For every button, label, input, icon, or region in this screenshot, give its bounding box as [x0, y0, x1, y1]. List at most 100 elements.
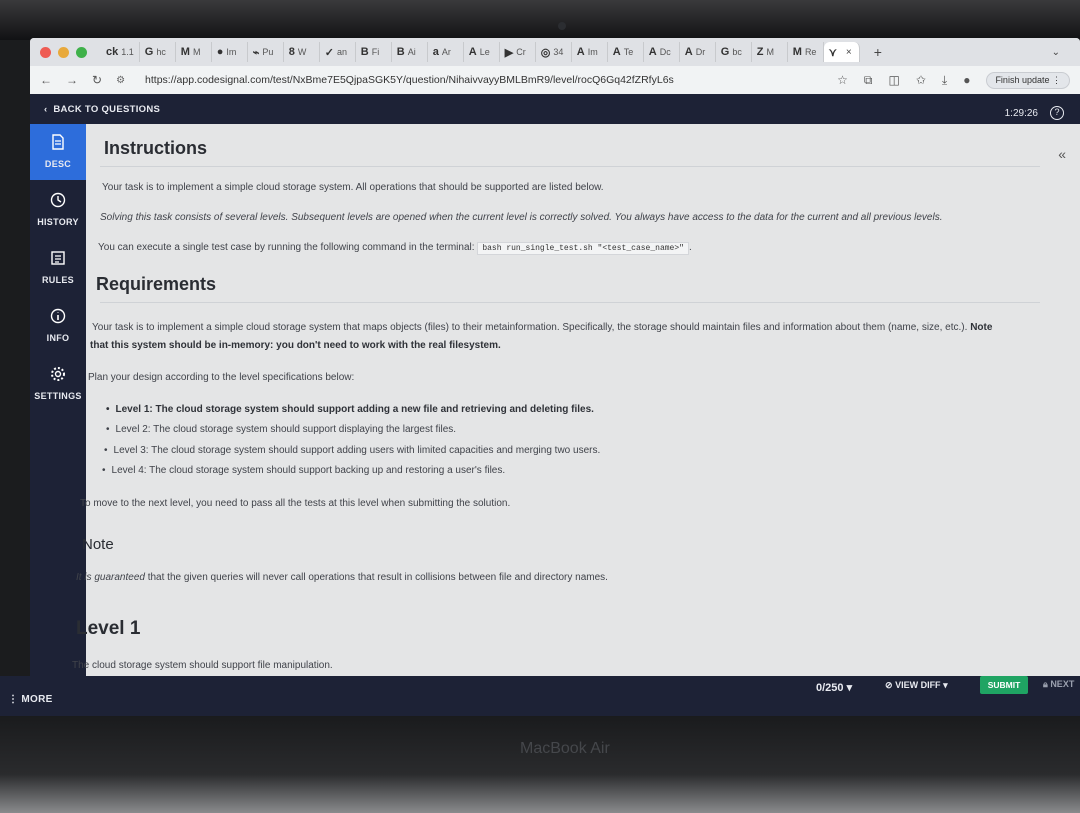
back-to-questions-link[interactable]: ‹ BACK TO QUESTIONS — [44, 104, 160, 115]
in-memory-note: that this system should be in-memory: yo… — [90, 340, 501, 351]
sidebar-label-desc: DESC — [44, 159, 72, 169]
download-icon[interactable]: ⤓ — [942, 73, 947, 88]
test-command-paragraph: You can execute a single test case by ru… — [98, 242, 692, 255]
tab-favicon: ▶ — [504, 46, 514, 59]
tab-favicon: A — [468, 46, 477, 58]
diff-icon: ⊘ — [885, 680, 893, 690]
browser-tab[interactable]: a Ar — [428, 42, 464, 62]
browser-tab[interactable]: A Im — [572, 42, 608, 62]
tab-favicon: 8 — [288, 46, 295, 58]
address-bar[interactable]: https://app.codesignal.com/test/NxBme7E5… — [145, 74, 674, 86]
back-arrow-icon[interactable]: ← — [40, 73, 52, 87]
laptop-bezel-top — [0, 0, 1080, 40]
document-icon — [52, 134, 64, 150]
list-icon — [51, 251, 65, 265]
minimize-window-button[interactable] — [58, 46, 69, 58]
more-button[interactable]: ⋮ MORE — [8, 694, 53, 705]
tab-favicon: M — [180, 46, 190, 58]
reload-icon[interactable]: ↻ — [92, 73, 102, 87]
laptop-chin: MacBook Air — [0, 716, 1080, 813]
sidebar-label-rules: RULES — [41, 275, 74, 285]
level-1-paragraph: The cloud storage system should support … — [72, 660, 333, 671]
browser-tab[interactable]: ZM — [752, 42, 788, 62]
tab-search-icon[interactable]: ⌄ — [1052, 47, 1060, 58]
browser-tab[interactable]: Ghc — [140, 42, 176, 62]
sidebar-item-settings[interactable]: SETTINGS — [30, 356, 86, 412]
extension-icon[interactable]: ⧉ — [864, 73, 873, 88]
tab-favicon: ⌁ — [252, 46, 260, 59]
browser-tab[interactable]: MM — [176, 42, 212, 62]
tab-favicon: ck — [106, 46, 119, 58]
level-2-bullet: Level 2: The cloud storage system should… — [106, 424, 457, 435]
divider — [100, 302, 1040, 303]
score-dropdown[interactable]: 0/250 ▾ — [816, 681, 852, 694]
problem-description: « 1:29:26 ? Instructions Your task is to… — [72, 106, 1080, 710]
browser-tab[interactable]: ⌁ Pu — [248, 42, 284, 62]
browser-tab[interactable]: A Le — [464, 42, 500, 62]
browser-tab[interactable]: B Fi — [356, 42, 392, 62]
profile-avatar[interactable]: ● — [963, 73, 970, 87]
close-tab-icon[interactable]: × — [846, 47, 852, 58]
close-window-button[interactable] — [40, 46, 51, 58]
tab-title: hc — [156, 47, 166, 57]
gear-icon — [51, 367, 65, 381]
collapse-panel-icon[interactable]: « — [1058, 146, 1066, 162]
tab-title: Cr — [516, 47, 526, 57]
tab-favicon: A — [684, 46, 693, 58]
bookmark-star-icon[interactable]: ☆ — [837, 73, 848, 87]
note-rest: that the given queries will never call o… — [147, 572, 608, 583]
browser-tab[interactable]: ● Im — [212, 42, 248, 62]
sidebar-item-history[interactable]: HISTORY — [30, 182, 86, 238]
browser-tab[interactable]: 8W — [284, 42, 320, 62]
browser-tab[interactable]: A Dr — [680, 42, 716, 62]
next-label: NEXT — [1050, 679, 1075, 689]
tab-favicon: ✓ — [324, 46, 334, 59]
sidebar-item-rules[interactable]: RULES — [30, 240, 86, 296]
tab-title: 34 — [553, 47, 564, 57]
tab-title: W — [297, 47, 307, 57]
browser-tab[interactable]: ✓ an — [320, 42, 356, 62]
tab-favicon: ⋎ — [828, 46, 837, 59]
sidebar-item-info[interactable]: INFO — [30, 298, 86, 354]
new-tab-button[interactable]: + — [874, 44, 882, 60]
browser-tab[interactable]: A Te — [608, 42, 644, 62]
browser-tab[interactable]: B Ai — [392, 42, 428, 62]
browser-tabs: ck 1.1 Ghc M M ● Im ⌁ Pu 8 W ✓ an B Fi B Ai a Ar A Le ▶ Cr ◎ 34 A… — [101, 42, 860, 62]
next-button[interactable]: 🔒︎ NEXT — [1043, 679, 1074, 690]
browser-toolbar: ← → ↻ ⚙ https://app.codesignal.com/test/… — [30, 66, 1080, 94]
levels-paragraph: Solving this task consists of several le… — [100, 212, 943, 223]
more-label: MORE — [21, 694, 53, 705]
tab-favicon: G — [144, 46, 154, 58]
requirements-text: Your task is to implement a simple cloud… — [92, 322, 968, 333]
browser-tab[interactable]: A Dc — [644, 42, 680, 62]
site-info-icon[interactable]: ⚙ — [116, 75, 125, 86]
maximize-window-button[interactable] — [76, 46, 87, 58]
puzzle-icon[interactable]: ◫ — [888, 73, 899, 87]
browser-tab[interactable]: ⋎ × — [823, 42, 860, 62]
help-icon[interactable]: ? — [1050, 106, 1064, 120]
submit-button[interactable]: SUBMIT — [980, 676, 1028, 694]
sidebar-label-info: INFO — [46, 333, 70, 343]
lock-icon: 🔒︎ — [1043, 679, 1048, 689]
browser-tab[interactable]: Gbc — [716, 42, 752, 62]
tab-favicon: B — [396, 46, 405, 58]
tab-favicon: B — [360, 46, 369, 58]
back-label: BACK TO QUESTIONS — [53, 104, 161, 115]
finish-update-button[interactable]: Finish update ⋮ — [986, 71, 1070, 89]
view-diff-button[interactable]: ⊘ VIEW DIFF ▾ — [885, 680, 948, 691]
tab-title: Fi — [371, 47, 380, 57]
app-header: ‹ BACK TO QUESTIONS — [30, 94, 1080, 124]
tab-title: Im — [587, 47, 598, 57]
browser-tab[interactable]: ◎ 34 — [536, 42, 572, 62]
browser-tab[interactable]: ▶ Cr — [500, 42, 536, 62]
tab-title: Le — [479, 47, 490, 57]
finish-update-label: Finish update — [995, 74, 1050, 85]
browser-tab[interactable]: M Re — [788, 42, 824, 62]
forward-arrow-icon[interactable]: → — [66, 73, 78, 87]
reading-list-icon[interactable]: ✩ — [916, 73, 926, 87]
sidebar-item-desc[interactable]: DESC — [30, 124, 86, 180]
requirements-note-label: Note — [970, 322, 993, 333]
browser-tab[interactable]: ck 1.1 — [101, 42, 140, 62]
requirements-paragraph: Your task is to implement a simple cloud… — [92, 322, 992, 333]
view-diff-label: VIEW DIFF — [895, 680, 941, 690]
